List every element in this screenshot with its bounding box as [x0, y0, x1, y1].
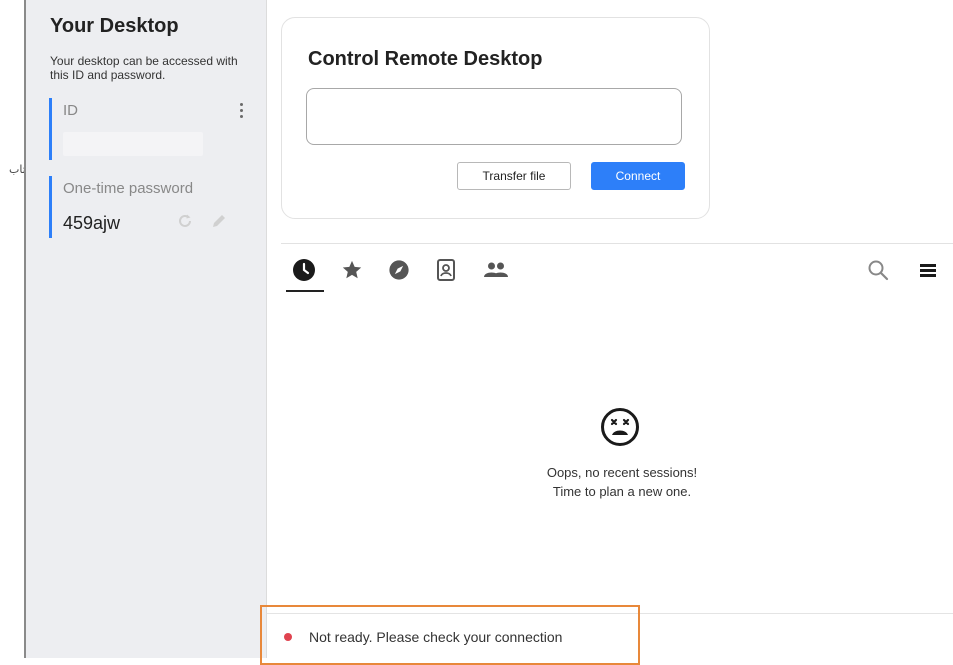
- password-label: One-time password: [63, 180, 194, 197]
- refresh-icon[interactable]: [176, 212, 194, 235]
- status-indicator-dot: [284, 633, 292, 641]
- connect-button[interactable]: Connect: [591, 162, 685, 190]
- star-icon: [342, 260, 362, 279]
- password-value: 459ajw: [63, 213, 121, 233]
- contact-book-icon: [437, 259, 455, 281]
- transfer-file-button[interactable]: Transfer file: [457, 162, 571, 190]
- sidebar-title: Your Desktop: [50, 15, 179, 37]
- more-options-icon[interactable]: [235, 100, 247, 120]
- left-window-edge: اتاب: [0, 0, 29, 658]
- sidebar-description: Your desktop can be accessed with this I…: [50, 54, 238, 82]
- remote-control-card: Control Remote Desktop Transfer file Con…: [281, 17, 710, 219]
- compass-icon: [389, 260, 409, 280]
- password-section: One-time password 459ajw: [49, 176, 247, 238]
- tab-discovered[interactable]: [386, 257, 412, 283]
- empty-state-line-2: Time to plan a new one.: [552, 484, 692, 499]
- empty-state-line-1: Oops, no recent sessions!: [546, 465, 698, 480]
- id-section: ID: [49, 98, 247, 160]
- people-icon: [484, 262, 508, 277]
- tab-favorites[interactable]: [339, 257, 365, 283]
- tab-recent-sessions[interactable]: [291, 257, 317, 283]
- id-label: ID: [63, 102, 78, 119]
- clock-icon: [293, 259, 315, 281]
- tab-group[interactable]: [483, 257, 509, 283]
- main-panel: Control Remote Desktop Transfer file Con…: [267, 0, 953, 658]
- sidebar: Your Desktop Your desktop can be accesse…: [26, 0, 267, 658]
- edit-pencil-icon[interactable]: [210, 212, 228, 235]
- id-value-field[interactable]: [63, 132, 203, 156]
- sad-face-icon: [599, 406, 641, 453]
- list-view-icon[interactable]: [919, 262, 937, 283]
- active-tab-indicator: [286, 290, 324, 292]
- tab-address-book[interactable]: [433, 257, 459, 283]
- remote-id-input[interactable]: [306, 88, 682, 145]
- search-icon[interactable]: [867, 259, 889, 286]
- card-title: Control Remote Desktop: [308, 48, 543, 70]
- connection-status-text: Not ready. Please check your connection: [309, 629, 563, 645]
- section-divider: [281, 243, 953, 244]
- empty-state-message: Oops, no recent sessions! Time to plan a…: [477, 463, 767, 501]
